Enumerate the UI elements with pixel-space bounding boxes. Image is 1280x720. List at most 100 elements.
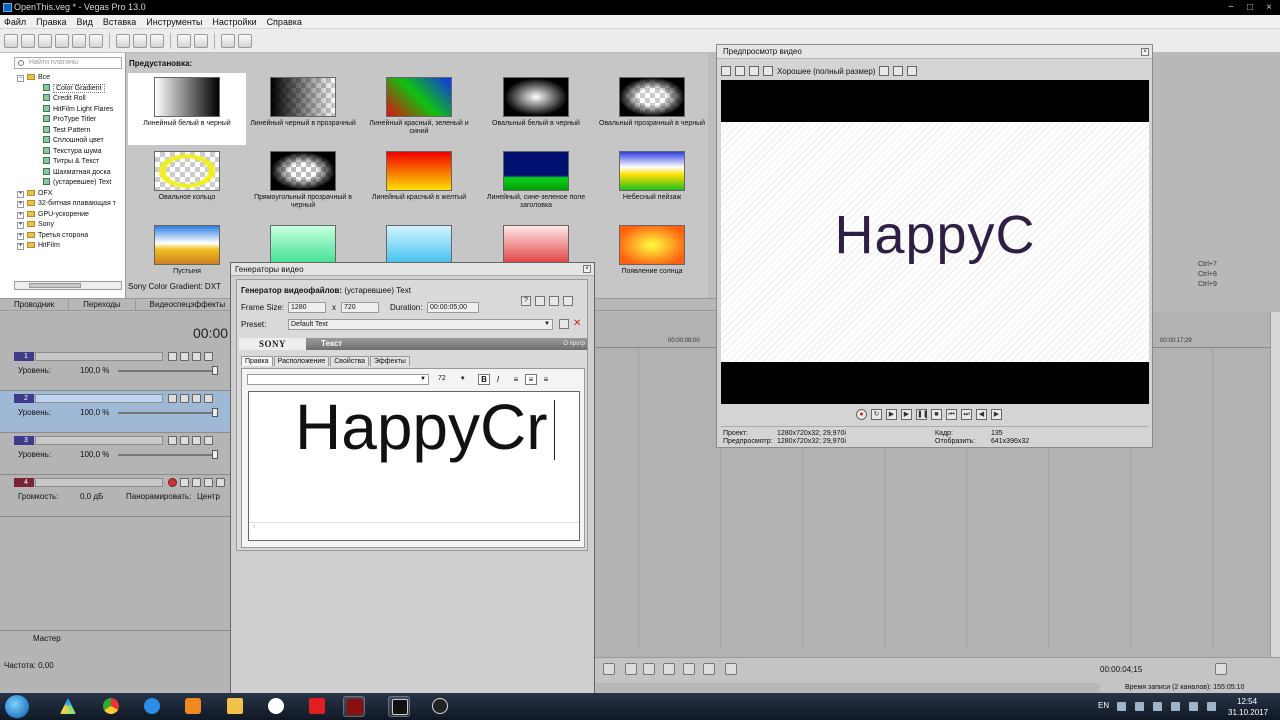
chrome-icon[interactable]	[100, 696, 122, 717]
menu-insert[interactable]: Вставка	[103, 15, 136, 28]
tree-horizontal-scrollbar[interactable]	[14, 281, 122, 290]
tree-item[interactable]: Test Pattern	[43, 125, 90, 137]
menu-edit[interactable]: Правка	[36, 15, 66, 28]
tab-edit[interactable]: Правка	[241, 356, 273, 366]
auto-ripple-icon[interactable]	[703, 663, 715, 675]
yandex-icon[interactable]	[306, 696, 328, 717]
bold-button[interactable]: B	[478, 374, 490, 385]
delete-preset-icon[interactable]: ✕	[573, 319, 581, 329]
mute-icon[interactable]	[204, 478, 213, 487]
go-to-end-icon[interactable]: ⏭	[961, 409, 972, 420]
menu-options[interactable]: Настройки	[212, 15, 256, 28]
external-monitor-icon[interactable]	[735, 66, 745, 76]
frame-width-input[interactable]: 1280	[288, 302, 326, 313]
edit-tool-icon[interactable]	[221, 33, 235, 48]
preset-tile[interactable]: Овальное кольцо	[128, 147, 246, 219]
preset-tile[interactable]: Овальный прозрачный в черный	[593, 73, 711, 145]
tray-icon[interactable]	[1153, 702, 1162, 711]
play-from-start-icon[interactable]: ▶	[886, 409, 897, 420]
tray-icon[interactable]	[1135, 702, 1144, 711]
slider-knob[interactable]	[212, 408, 218, 417]
meter-icon[interactable]	[1215, 663, 1227, 675]
go-to-start-icon[interactable]: ⏮	[946, 409, 957, 420]
tree-item[interactable]: Credit Roll	[43, 94, 86, 105]
text-input-area[interactable]: HappyCr ‹	[248, 391, 580, 541]
preset-tile[interactable]: Прямоугольный прозрачный в черный	[244, 147, 362, 219]
menu-file[interactable]: Файл	[4, 15, 26, 28]
tab-effects[interactable]: Эффекты	[370, 356, 410, 366]
level-slider[interactable]	[118, 366, 218, 375]
save-snapshot-icon[interactable]	[907, 66, 918, 76]
selection-icon[interactable]	[725, 663, 737, 675]
track-fx-icon[interactable]	[180, 394, 189, 403]
generators-close-icon[interactable]: ×	[583, 265, 591, 273]
tree-item[interactable]: Текстура шума	[43, 146, 102, 158]
track-motion-icon[interactable]	[168, 352, 177, 361]
slider-knob[interactable]	[212, 366, 218, 375]
save-as-icon[interactable]	[55, 33, 69, 48]
level-slider[interactable]	[118, 450, 218, 459]
mute-icon[interactable]	[192, 352, 201, 361]
tree-item[interactable]: (устаревшее) Text	[43, 178, 111, 189]
mute-icon[interactable]	[192, 436, 201, 445]
close-button[interactable]: ×	[1260, 0, 1278, 15]
tab-properties[interactable]: Свойства	[330, 356, 369, 366]
paste-icon[interactable]	[150, 33, 164, 48]
taskbar-app-icon[interactable]	[57, 696, 79, 717]
tree-folder[interactable]: + OFX	[17, 189, 52, 200]
expand-toggle-icon[interactable]: +	[17, 243, 24, 250]
sync-cursor-icon[interactable]	[549, 296, 559, 306]
split-screen-icon[interactable]	[763, 66, 773, 76]
new-file-icon[interactable]	[4, 33, 18, 48]
redo-icon[interactable]	[194, 33, 208, 48]
expand-toggle-icon[interactable]: +	[17, 222, 24, 229]
preset-tile[interactable]: Овальный белый в черный	[477, 73, 595, 145]
audio-track-header[interactable]: 4 Громкость: 0,0 дБ Панорамировать: Центр	[0, 475, 230, 517]
track-motion-icon[interactable]	[180, 478, 189, 487]
track-fx-icon[interactable]	[180, 436, 189, 445]
expand-toggle-icon[interactable]: −	[17, 75, 24, 82]
preview-close-icon[interactable]: ×	[1141, 48, 1149, 56]
video-fx-icon[interactable]	[749, 66, 759, 76]
obs-icon[interactable]	[429, 696, 451, 717]
menu-help[interactable]: Справка	[267, 15, 302, 28]
vegas-pro-taskbar-icon[interactable]	[388, 696, 410, 717]
text-horizontal-scrollbar[interactable]: ‹	[249, 522, 579, 540]
preset-tile[interactable]: Линейный красный в желтый	[360, 147, 478, 219]
tree-item[interactable]: Сплошной цвет	[43, 136, 104, 147]
slider-knob[interactable]	[212, 450, 218, 459]
align-left-icon[interactable]: ≡	[510, 374, 522, 385]
preset-tile[interactable]: Линейный черный в прозрачный	[244, 73, 362, 145]
mute-icon[interactable]	[192, 394, 201, 403]
tree-item[interactable]: Color Gradient	[43, 83, 105, 95]
tree-folder[interactable]: + Третья сторона	[17, 231, 88, 242]
next-frame-icon[interactable]: ▶	[991, 409, 1002, 420]
track-fx-icon[interactable]	[192, 478, 201, 487]
expand-toggle-icon[interactable]: +	[17, 190, 24, 198]
cut-icon[interactable]	[116, 33, 130, 48]
solo-icon[interactable]	[204, 436, 213, 445]
preview-properties-icon[interactable]	[721, 66, 731, 76]
tree-folder[interactable]: + Sony	[17, 220, 54, 231]
preset-tile[interactable]: Линейный красный, зеленый и синий	[360, 73, 478, 145]
scrollbar-thumb[interactable]	[29, 283, 81, 288]
tree-item[interactable]: ProType Titler	[43, 115, 96, 126]
timeline-vertical-scrollbar[interactable]	[1270, 312, 1280, 657]
track-name-field[interactable]	[35, 352, 163, 361]
tab-placement[interactable]: Расположение	[273, 356, 330, 366]
duration-input[interactable]: 00:00:05;00	[427, 302, 479, 313]
generator-settings-icon[interactable]	[563, 296, 573, 306]
track-fx-icon[interactable]	[180, 352, 189, 361]
track-name-field[interactable]	[35, 436, 163, 445]
italic-button[interactable]: I	[492, 374, 504, 385]
previous-frame-icon[interactable]: ◀	[976, 409, 987, 420]
track-motion-icon[interactable]	[168, 394, 177, 403]
stop-icon[interactable]: ■	[931, 409, 942, 420]
region-icon[interactable]	[643, 663, 655, 675]
tab-explorer[interactable]: Проводник	[0, 299, 70, 310]
yandex-browser-icon[interactable]	[265, 696, 287, 717]
preset-tile[interactable]: Линейный белый в черный	[128, 73, 246, 145]
preview-quality-select[interactable]: Хорошее (полный размер)	[777, 67, 875, 76]
track-name-field[interactable]	[35, 394, 163, 403]
overlays-icon[interactable]	[879, 66, 890, 76]
